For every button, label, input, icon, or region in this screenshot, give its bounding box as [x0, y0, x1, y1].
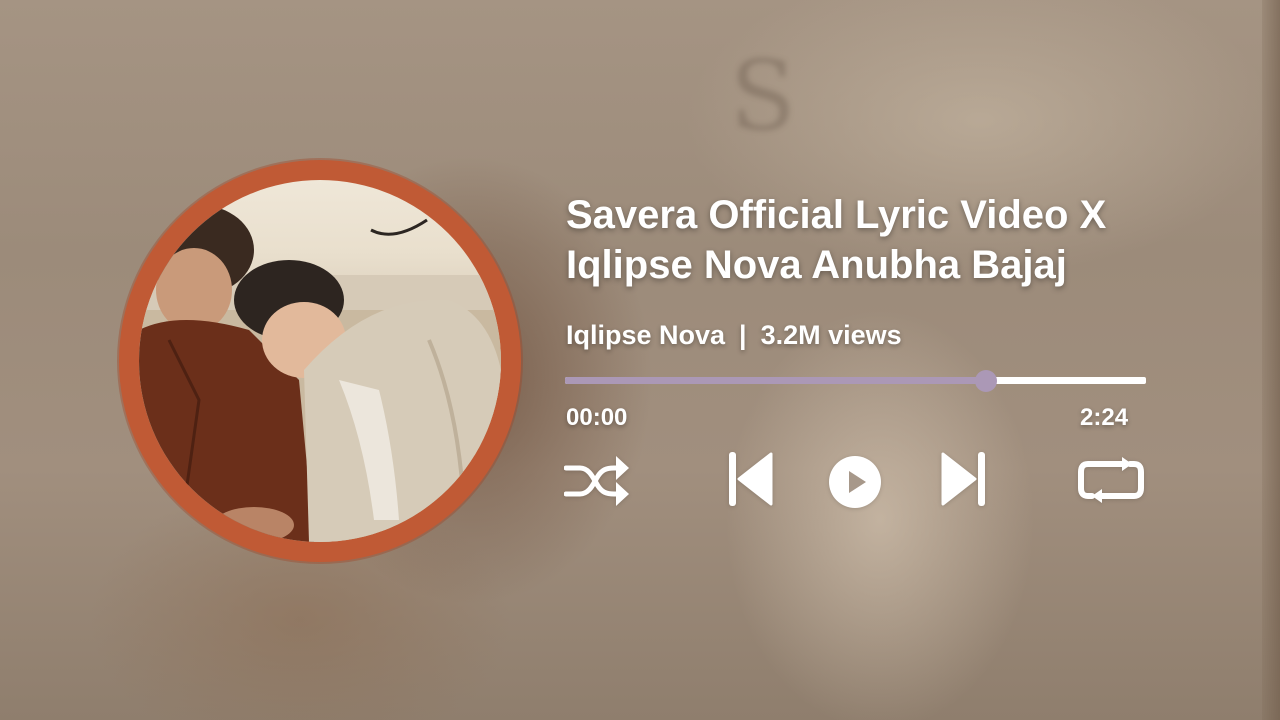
play-icon: [829, 456, 881, 508]
progress-bar[interactable]: [565, 370, 1146, 392]
play-button[interactable]: [828, 455, 882, 509]
artist-name[interactable]: Iqlipse Nova: [566, 320, 725, 351]
progress-knob[interactable]: [975, 370, 997, 392]
previous-button[interactable]: [727, 450, 773, 508]
album-art-illustration: [139, 205, 501, 542]
album-art: [139, 180, 501, 542]
track-title: Savera Official Lyric Video X Iqlipse No…: [566, 190, 1246, 290]
edge-shade: [1262, 0, 1280, 720]
background-logo-blur: S​: [730, 40, 800, 152]
duration: 2:24: [1080, 404, 1129, 431]
track-meta: Iqlipse Nova | 3.2M views: [566, 320, 902, 351]
track-title-line-1: Savera Official Lyric Video X: [566, 193, 1107, 237]
shuffle-button[interactable]: [564, 450, 630, 510]
skip-next-icon: [941, 452, 985, 506]
repeat-icon: [1078, 457, 1144, 503]
skip-previous-icon: [729, 452, 773, 506]
next-button[interactable]: [941, 450, 987, 508]
meta-separator: |: [739, 320, 747, 350]
repeat-button[interactable]: [1078, 456, 1144, 506]
track-title-line-2: Iqlipse Nova Anubha Bajaj: [566, 243, 1067, 287]
view-count: 3.2M views: [760, 320, 902, 350]
current-time: 00:00: [566, 404, 628, 431]
shuffle-icon: [564, 456, 629, 506]
progress-fill: [565, 377, 986, 384]
